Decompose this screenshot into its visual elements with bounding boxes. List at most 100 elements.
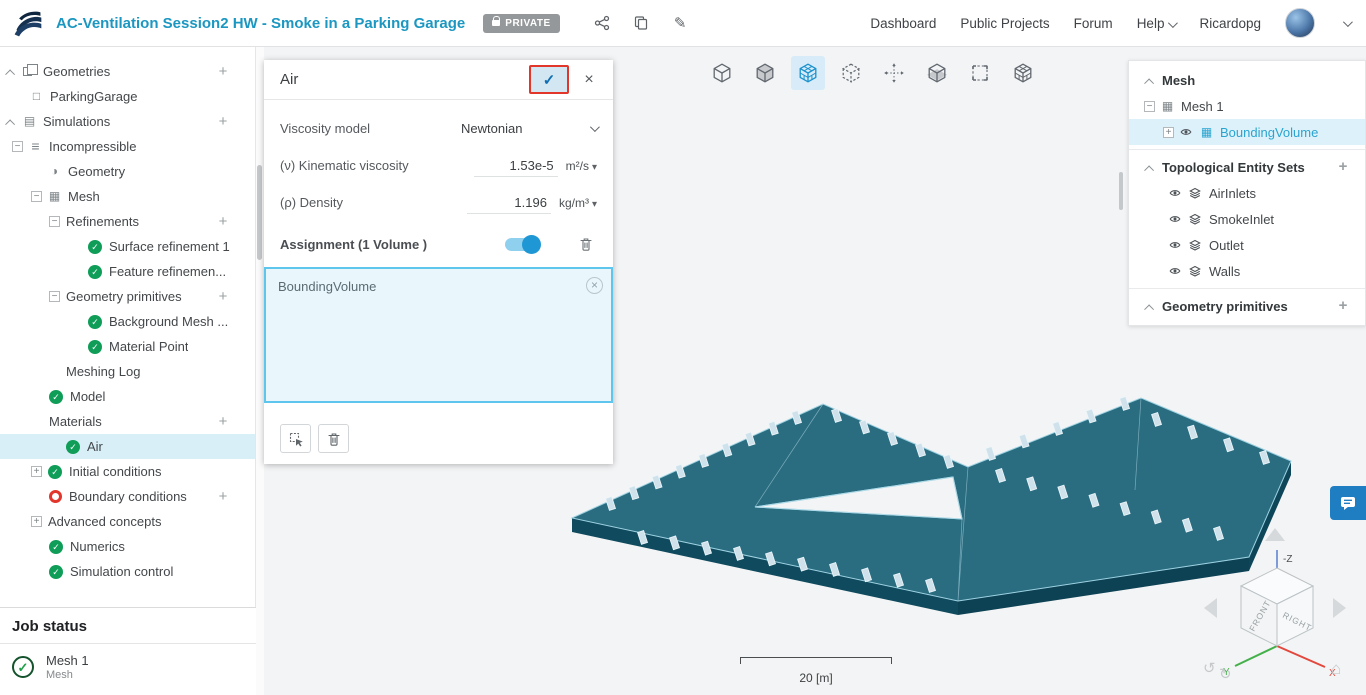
- collapse-caret-icon[interactable]: [1144, 303, 1155, 314]
- home-view-icon[interactable]: ⌂: [1331, 659, 1341, 678]
- expand-box[interactable]: [1163, 126, 1174, 138]
- tree-item-materials[interactable]: Materials: [0, 409, 255, 434]
- add-primitive-button[interactable]: [215, 289, 231, 305]
- nav-dashboard[interactable]: Dashboard: [870, 16, 936, 31]
- collapse-box[interactable]: [49, 291, 60, 302]
- account-chevron-down-icon[interactable]: [1342, 16, 1353, 27]
- tree-item-mesh[interactable]: Mesh: [0, 184, 255, 209]
- tree-item-advanced-concepts[interactable]: Advanced concepts: [0, 509, 255, 534]
- add-material-button[interactable]: [215, 414, 231, 430]
- nav-help[interactable]: Help: [1137, 16, 1179, 31]
- close-panel-button[interactable]: [575, 66, 603, 94]
- mesh-view-icon[interactable]: [791, 56, 825, 90]
- duplicate-icon[interactable]: [633, 15, 650, 32]
- tree-item-meshing-log[interactable]: Meshing Log: [0, 359, 255, 384]
- app-logo[interactable]: [12, 7, 44, 39]
- add-refinement-button[interactable]: [215, 214, 231, 230]
- density-input[interactable]: [466, 191, 551, 214]
- add-geometry-button[interactable]: [215, 64, 231, 80]
- job-status-item[interactable]: Mesh 1 Mesh: [0, 644, 256, 690]
- kinematic-viscosity-input[interactable]: [473, 154, 558, 177]
- apply-button[interactable]: [529, 65, 569, 94]
- tree-item-surface-refinement[interactable]: Surface refinement 1: [0, 234, 255, 259]
- check-circle-icon: [88, 264, 102, 279]
- add-geometry-primitive-button[interactable]: [1335, 298, 1351, 314]
- pick-from-viewport-button[interactable]: [280, 424, 311, 453]
- tree-item-feature-refinement[interactable]: Feature refinemen...: [0, 259, 255, 284]
- fit-view-icon[interactable]: [705, 56, 739, 90]
- box-select-icon[interactable]: [963, 56, 997, 90]
- add-boundary-condition-button[interactable]: [215, 489, 231, 505]
- rotate-cw-icon[interactable]: ↻: [1219, 666, 1232, 680]
- chat-button[interactable]: [1330, 486, 1366, 520]
- expand-box[interactable]: [31, 466, 42, 477]
- bounding-volume-row[interactable]: BoundingVolume: [1129, 119, 1365, 145]
- tree-item-geometry[interactable]: Geometry: [0, 159, 255, 184]
- tree-item-boundary-conditions[interactable]: Boundary conditions: [0, 484, 255, 509]
- avatar[interactable]: [1285, 8, 1315, 38]
- mesh-1-row[interactable]: Mesh 1: [1129, 93, 1365, 119]
- orientation-gizmo[interactable]: -Z Y X FRONT RIGHT ↺ ↻ ⌂: [1195, 520, 1355, 680]
- remove-assignment-icon[interactable]: [586, 277, 603, 294]
- viscosity-model-select[interactable]: Newtonian: [461, 121, 600, 136]
- tree-item-parkinggarage[interactable]: ParkingGarage: [0, 84, 255, 109]
- tree-item-geometries[interactable]: Geometries: [0, 59, 255, 84]
- tree-item-initial-conditions[interactable]: Initial conditions: [0, 459, 255, 484]
- tree-item-incompressible[interactable]: Incompressible: [0, 134, 255, 159]
- tree-item-simulation-control[interactable]: Simulation control: [0, 559, 255, 584]
- visibility-eye-icon[interactable]: [1169, 187, 1182, 199]
- collapse-box[interactable]: [49, 216, 60, 227]
- entity-set-walls[interactable]: Walls: [1129, 258, 1365, 284]
- tree-item-numerics[interactable]: Numerics: [0, 534, 255, 559]
- move-icon[interactable]: [877, 56, 911, 90]
- entity-set-outlet[interactable]: Outlet: [1129, 232, 1365, 258]
- section-plane-icon[interactable]: [920, 56, 954, 90]
- tree-item-air-selected[interactable]: Air: [0, 434, 255, 459]
- edit-icon[interactable]: ✎: [672, 15, 689, 32]
- collapse-caret-icon[interactable]: [1144, 164, 1155, 175]
- expand-box[interactable]: [31, 516, 42, 527]
- add-entity-set-button[interactable]: [1335, 159, 1351, 175]
- delete-selection-button[interactable]: [318, 424, 349, 453]
- gizmo-right-arrow[interactable]: [1333, 598, 1346, 618]
- nav-forum[interactable]: Forum: [1074, 16, 1113, 31]
- clear-assignment-trash-icon[interactable]: [575, 233, 597, 255]
- density-unit-select[interactable]: kg/m³: [559, 196, 597, 210]
- tree-item-geometry-primitives[interactable]: Geometry primitives: [0, 284, 255, 309]
- collapse-box[interactable]: [12, 141, 23, 152]
- tree-item-model[interactable]: Model: [0, 384, 255, 409]
- gizmo-up-arrow[interactable]: [1265, 528, 1285, 541]
- collapse-caret-icon[interactable]: [5, 69, 16, 80]
- sidebar-scrollbar[interactable]: [257, 165, 262, 260]
- mesh-section-header[interactable]: Mesh: [1129, 67, 1365, 93]
- viscosity-unit-select[interactable]: m²/s: [566, 159, 597, 173]
- nav-username[interactable]: Ricardopg: [1199, 16, 1261, 31]
- assignment-toggle[interactable]: [505, 234, 542, 254]
- wireframe-view-icon[interactable]: [834, 56, 868, 90]
- collapse-box[interactable]: [1144, 100, 1155, 112]
- entity-set-smokeinlet[interactable]: SmokeInlet: [1129, 206, 1365, 232]
- tree-item-refinements[interactable]: Refinements: [0, 209, 255, 234]
- visibility-eye-icon[interactable]: [1169, 213, 1182, 225]
- add-simulation-button[interactable]: [215, 114, 231, 130]
- visibility-eye-icon[interactable]: [1169, 239, 1182, 251]
- share-icon[interactable]: [594, 15, 611, 32]
- right-panel-scrollbar[interactable]: [1119, 172, 1123, 210]
- rotate-ccw-icon[interactable]: ↺: [1203, 660, 1216, 677]
- gizmo-left-arrow[interactable]: [1204, 598, 1217, 618]
- collapse-caret-icon[interactable]: [5, 119, 16, 130]
- visibility-eye-icon[interactable]: [1169, 265, 1182, 277]
- mesh-quality-icon[interactable]: [1006, 56, 1040, 90]
- collapse-box[interactable]: [31, 191, 42, 202]
- tree-item-material-point[interactable]: Material Point: [0, 334, 255, 359]
- collapse-caret-icon[interactable]: [1144, 77, 1155, 88]
- assignment-selection-box[interactable]: BoundingVolume: [264, 267, 613, 403]
- nav-public-projects[interactable]: Public Projects: [960, 16, 1049, 31]
- visibility-eye-icon[interactable]: [1180, 126, 1193, 138]
- entity-set-airinlets[interactable]: AirInlets: [1129, 180, 1365, 206]
- tree-item-background-mesh[interactable]: Background Mesh ...: [0, 309, 255, 334]
- geometry-primitives-header[interactable]: Geometry primitives: [1129, 293, 1365, 319]
- topological-entity-sets-header[interactable]: Topological Entity Sets: [1129, 154, 1365, 180]
- tree-item-simulations[interactable]: Simulations: [0, 109, 255, 134]
- solid-view-icon[interactable]: [748, 56, 782, 90]
